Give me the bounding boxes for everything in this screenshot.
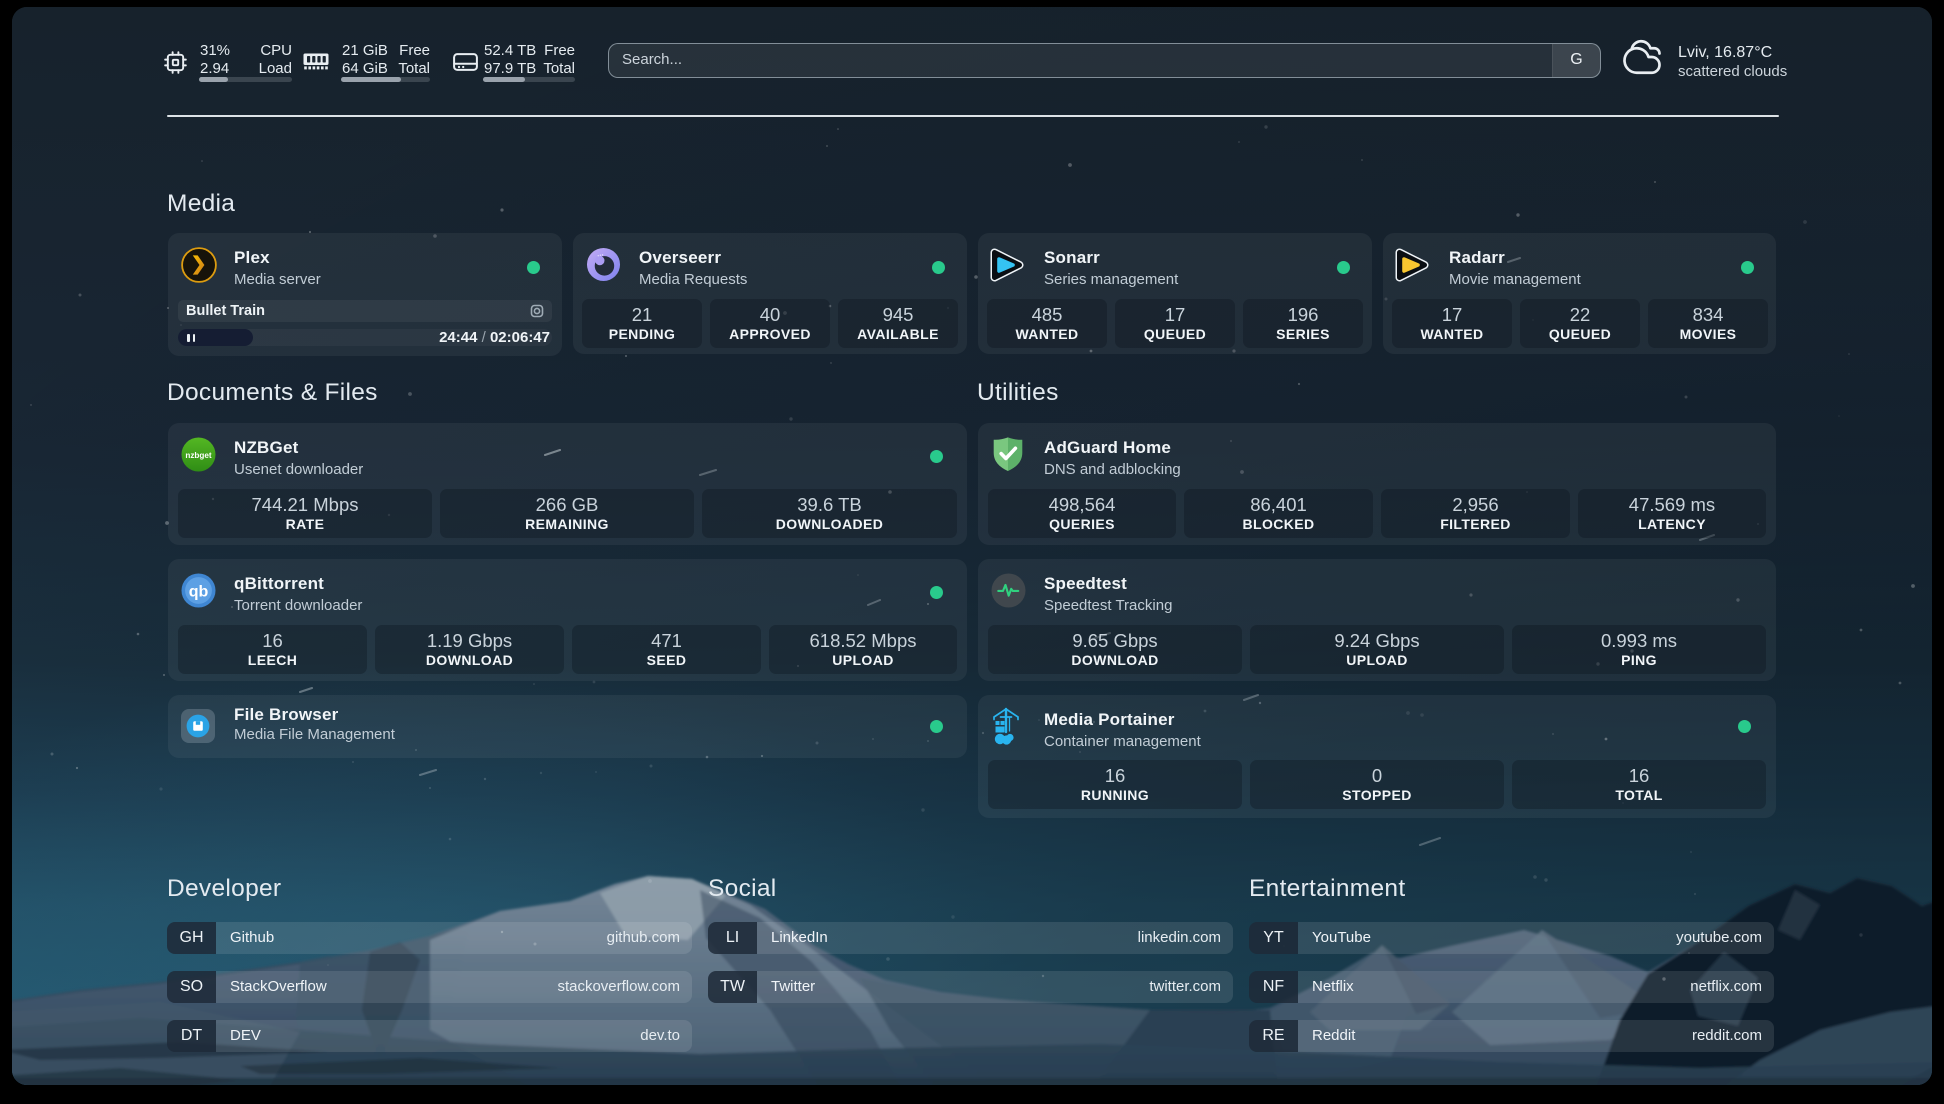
svg-text:qb: qb — [189, 582, 209, 600]
svg-text:nzbget: nzbget — [185, 451, 212, 460]
